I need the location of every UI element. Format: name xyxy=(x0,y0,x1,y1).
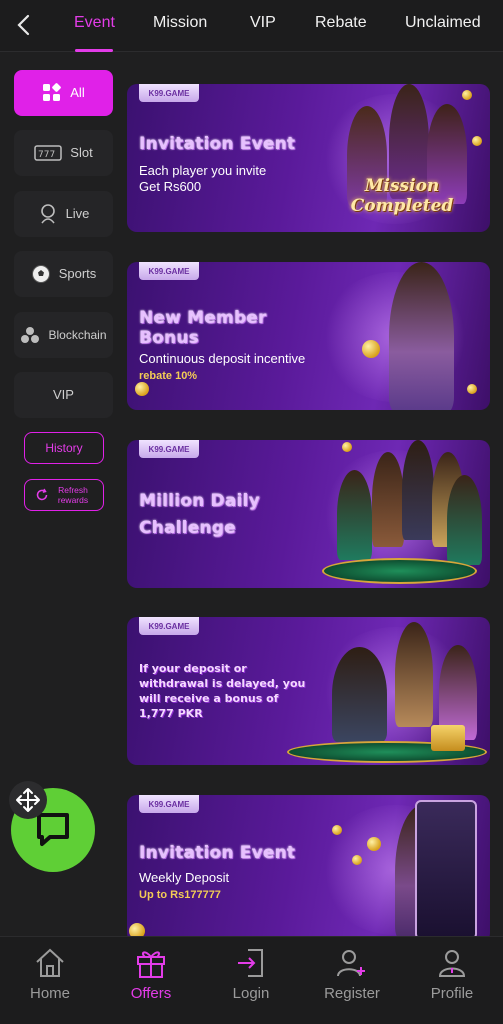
live-icon xyxy=(40,204,55,224)
coin-decoration xyxy=(352,855,362,865)
history-button[interactable]: History xyxy=(24,432,104,464)
person-image xyxy=(402,440,434,540)
nav-profile[interactable]: Profile xyxy=(412,947,492,1002)
banner-title: Invitation Event xyxy=(139,843,296,863)
sidebar-item-label: Blockchain xyxy=(48,328,107,342)
refresh-rewards-label: Refresh rewards xyxy=(57,485,89,505)
banner-title: Million Daily Challenge xyxy=(139,491,260,538)
banner-title: Invitation Event xyxy=(139,134,296,154)
banner-subtitle: Each player you invite xyxy=(139,163,267,178)
brand-badge: K99.GAME xyxy=(139,617,199,635)
sidebar-item-label: Slot xyxy=(70,145,93,160)
banner-reward: Up to Rs177777 xyxy=(139,889,221,901)
nav-login[interactable]: Login xyxy=(211,947,291,1002)
tab-unclaimed[interactable]: Unclaimed xyxy=(405,14,481,32)
gift-box-image xyxy=(431,725,465,751)
history-label: History xyxy=(45,441,83,455)
sidebar-item-sports[interactable]: Sports xyxy=(14,251,113,297)
chat-bubble-icon xyxy=(37,813,69,846)
sidebar-item-blockchain[interactable]: Blockchain xyxy=(14,312,113,358)
tab-event[interactable]: Event xyxy=(74,14,115,32)
register-icon xyxy=(337,950,365,977)
sidebar-item-label: Sports xyxy=(58,266,97,281)
refresh-icon xyxy=(36,488,48,501)
nav-label: Offers xyxy=(130,985,172,1002)
bottom-navigation: Home Offers Login Register Profile xyxy=(0,936,503,1024)
banner-invitation-event[interactable]: K99.GAME Invitation Event Each player yo… xyxy=(127,84,490,232)
person-image xyxy=(447,475,482,565)
slot-machine-image xyxy=(415,800,477,940)
mission-completed-label: Mission Completed xyxy=(350,176,454,216)
active-tab-indicator xyxy=(75,49,113,52)
blockchain-icon xyxy=(20,327,39,343)
banner-subtitle: Continuous deposit incentive xyxy=(139,351,306,366)
banner-text: If your deposit or withdrawal is delayed… xyxy=(139,662,306,720)
coin-decoration xyxy=(367,837,381,851)
banner-weekly-deposit[interactable]: K99.GAME Invitation Event Weekly Deposit… xyxy=(127,795,490,943)
brand-badge: K99.GAME xyxy=(139,262,199,280)
refresh-rewards-button[interactable]: Refresh rewards xyxy=(24,479,104,511)
nav-label: Home xyxy=(29,985,70,1002)
brand-badge: K99.GAME xyxy=(139,84,199,102)
soccer-ball-icon xyxy=(31,265,50,283)
move-arrows-icon xyxy=(16,788,40,812)
grid-icon xyxy=(43,83,62,101)
casino-table xyxy=(322,558,477,584)
drag-handle-button[interactable] xyxy=(9,781,47,819)
sidebar-item-slot[interactable]: 777 Slot xyxy=(14,130,113,176)
home-icon xyxy=(36,948,64,977)
profile-icon xyxy=(438,950,466,977)
nav-label: Register xyxy=(324,985,380,1002)
tab-mission[interactable]: Mission xyxy=(153,14,207,32)
top-tab-bar: Event Mission VIP Rebate Unclaimed xyxy=(0,0,503,52)
brand-badge: K99.GAME xyxy=(139,440,199,458)
coin-decoration xyxy=(362,340,380,358)
banner-rebate: rebate 10% xyxy=(139,370,198,382)
gift-icon xyxy=(137,951,165,978)
svg-text:777: 777 xyxy=(38,150,55,160)
banner-subtitle: Weekly Deposit xyxy=(139,870,230,885)
slot-icon: 777 xyxy=(34,145,63,161)
banner-million-daily-challenge[interactable]: K99.GAME Million Daily Challenge xyxy=(127,440,490,588)
brand-badge: K99.GAME xyxy=(139,795,199,813)
sidebar-item-live[interactable]: Live xyxy=(14,191,113,237)
login-icon xyxy=(238,949,263,977)
sidebar-item-label: VIP xyxy=(53,387,74,402)
tab-vip[interactable]: VIP xyxy=(250,14,276,32)
banner-title: New Member Bonus xyxy=(139,308,267,348)
person-image xyxy=(332,647,387,742)
coin-decoration xyxy=(467,384,477,394)
coin-decoration xyxy=(135,382,149,396)
person-image xyxy=(395,622,433,727)
chevron-left-icon xyxy=(17,14,30,36)
banner-new-member-bonus[interactable]: K99.GAME New Member Bonus Continuous dep… xyxy=(127,262,490,410)
person-image xyxy=(337,470,372,560)
nav-home[interactable]: Home xyxy=(10,947,90,1002)
coin-decoration xyxy=(332,825,342,835)
coin-decoration xyxy=(462,90,472,100)
nav-register[interactable]: Register xyxy=(312,947,392,1002)
banner-deposit-delay-bonus[interactable]: K99.GAME If your deposit or withdrawal i… xyxy=(127,617,490,765)
person-image xyxy=(372,452,404,547)
sidebar-item-label: Live xyxy=(65,206,90,221)
coin-decoration xyxy=(342,442,352,452)
sidebar-item-vip[interactable]: VIP xyxy=(14,372,113,418)
person-image xyxy=(389,262,454,410)
nav-label: Login xyxy=(232,985,270,1002)
nav-label: Profile xyxy=(430,985,474,1002)
tab-rebate[interactable]: Rebate xyxy=(315,14,367,32)
sidebar-item-label: All xyxy=(70,85,85,100)
nav-offers[interactable]: Offers xyxy=(111,947,191,1002)
sidebar-item-all[interactable]: All xyxy=(14,70,113,116)
banner-reward: Get Rs600 xyxy=(139,179,202,194)
back-button[interactable] xyxy=(12,12,34,38)
coin-decoration xyxy=(472,136,482,146)
